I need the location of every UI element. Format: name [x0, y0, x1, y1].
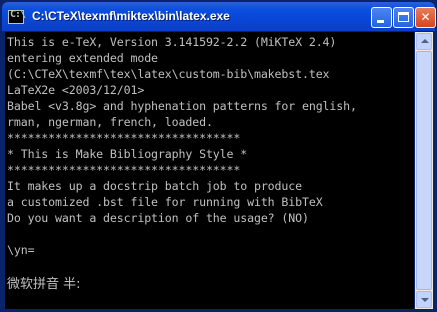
- close-icon: ✕: [420, 10, 431, 24]
- scroll-up-button[interactable]: [416, 33, 432, 50]
- arrow-down-icon: [421, 298, 429, 302]
- console-line: (C:\CTeX\texmf\tex\latex\custom-bib\make…: [7, 67, 330, 81]
- window-title: C:\CTeX\texmf\miktex\bin\latex.exe: [32, 9, 230, 23]
- console-window: C:\ C:\CTeX\texmf\miktex\bin\latex.exe ✕…: [0, 0, 437, 312]
- console-line: **********************************: [7, 131, 241, 145]
- console-line: LaTeX2e <2003/12/01>: [7, 83, 145, 97]
- console-line: It makes up a docstrip batch job to prod…: [7, 179, 302, 193]
- console-line: Babel <v3.8g> and hyphenation patterns f…: [7, 99, 357, 113]
- console-line: Do you want a description of the usage? …: [7, 211, 309, 225]
- scroll-down-button[interactable]: [416, 291, 432, 308]
- title-bar[interactable]: C:\ C:\CTeX\texmf\miktex\bin\latex.exe ✕: [2, 2, 436, 31]
- maximize-button[interactable]: [393, 7, 414, 28]
- console-line: * This is Make Bibliography Style *: [7, 147, 248, 161]
- console-line: a customized .bst file for running with …: [7, 195, 323, 209]
- console-line: rman, ngerman, french, loaded.: [7, 115, 213, 129]
- console-icon-glyph: C:\: [10, 9, 26, 20]
- console-icon[interactable]: C:\: [8, 9, 26, 24]
- arrow-up-icon: [421, 39, 429, 43]
- console-output[interactable]: This is e-TeX, Version 3.141592-2.2 (MiK…: [5, 32, 414, 309]
- scroll-thumb[interactable]: [416, 51, 432, 290]
- maximize-icon: [398, 12, 409, 22]
- close-button[interactable]: ✕: [415, 7, 436, 28]
- console-line: entering extended mode: [7, 51, 158, 65]
- minimize-button[interactable]: [371, 7, 392, 28]
- console-prompt[interactable]: \yn=: [7, 243, 35, 259]
- ime-status-bar[interactable]: 微软拼音 半:: [7, 273, 81, 292]
- console-line: **********************************: [7, 163, 241, 177]
- console-line: This is e-TeX, Version 3.141592-2.2 (MiK…: [7, 35, 337, 49]
- minimize-icon: [377, 20, 384, 23]
- vertical-scrollbar[interactable]: [415, 32, 433, 309]
